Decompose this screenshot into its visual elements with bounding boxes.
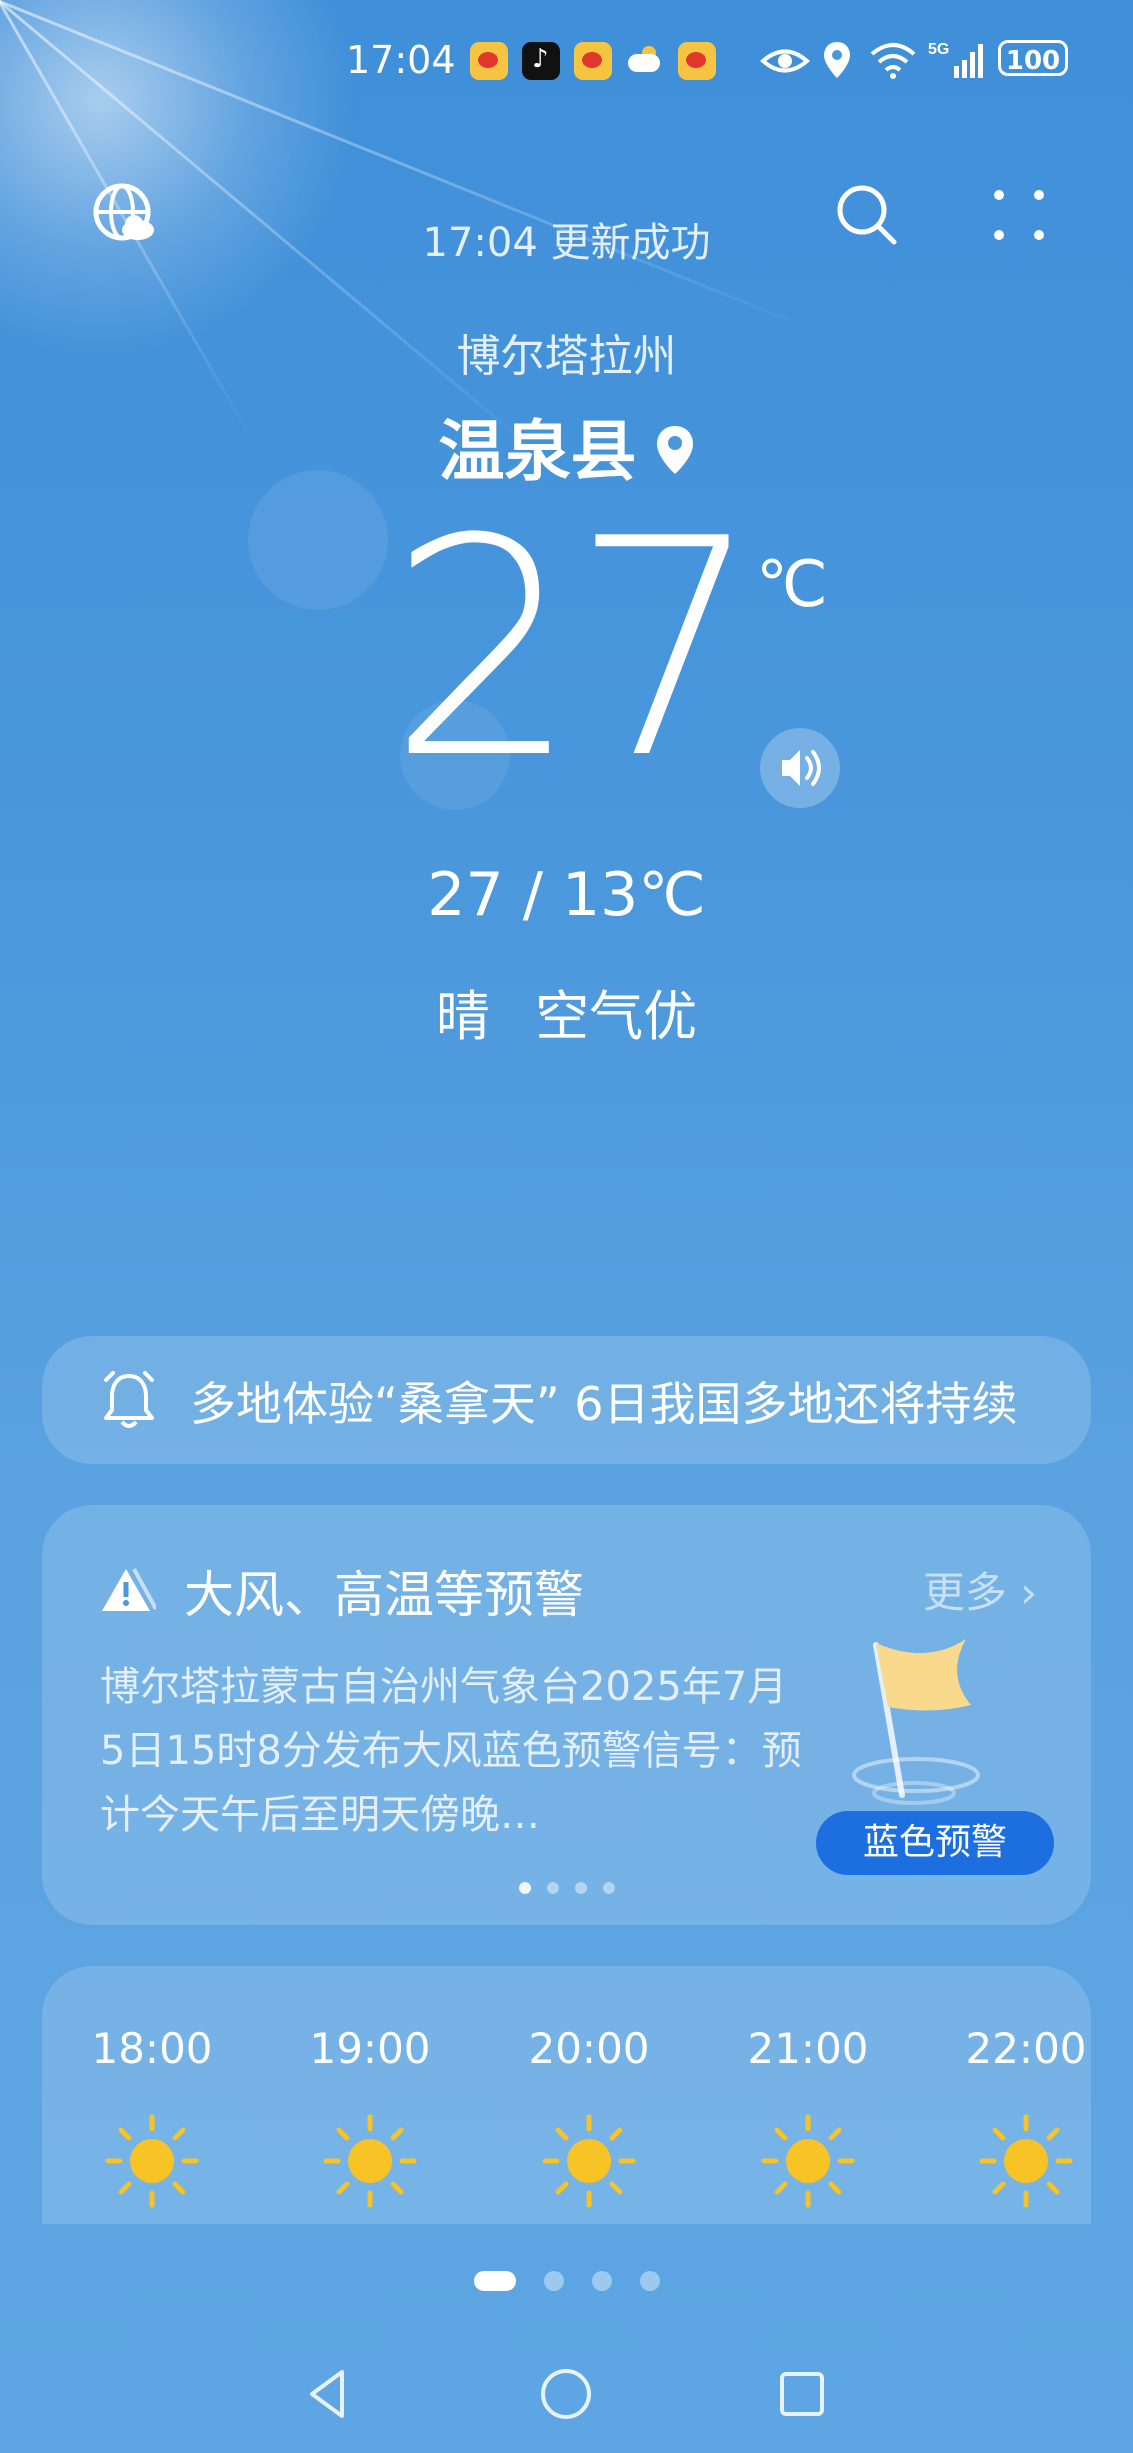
hour-time: 21:00 <box>747 2024 869 2073</box>
hourly-item: 19:00 <box>270 2024 470 2213</box>
news-banner[interactable]: 多地体验“桑拿天” 6日我国多地还将持续 <box>42 1336 1091 1464</box>
update-status: 17:04 更新成功 <box>422 220 711 266</box>
region-name: 博尔塔拉州 <box>456 331 677 382</box>
page-dot <box>473 2270 516 2291</box>
sun-icon <box>979 2114 1073 2208</box>
hourly-item: 21:00 <box>708 2024 908 2213</box>
sun-icon <box>542 2114 636 2208</box>
navigation-bar <box>0 2356 1133 2436</box>
temperature-range: 27 / 13℃ <box>427 860 706 930</box>
warning-triangle-icon <box>102 1568 156 1611</box>
battery-indicator: 100 <box>998 40 1068 76</box>
wind-flag-icon <box>852 1639 980 1805</box>
weibo-icon <box>470 42 508 80</box>
status-time: 17:04 <box>346 38 456 82</box>
page-dot <box>546 1882 559 1894</box>
page-dot <box>543 2270 564 2291</box>
news-headline: 多地体验“桑拿天” 6日我国多地还将持续 <box>190 1377 1018 1431</box>
page-dot <box>602 1882 615 1894</box>
page-dot <box>574 1882 587 1894</box>
more-menu-icon[interactable] <box>990 186 1050 246</box>
hourly-item: 18:00 <box>52 2024 252 2213</box>
sun-icon <box>761 2114 855 2208</box>
hourly-item: 20:00 <box>489 2024 689 2213</box>
recents-icon[interactable] <box>772 2364 832 2424</box>
sun-icon <box>323 2114 417 2208</box>
tiktok-icon <box>522 42 560 80</box>
warning-page-dots <box>42 1879 1091 1898</box>
hour-time: 22:00 <box>965 2024 1087 2073</box>
location-pin-icon <box>656 425 693 474</box>
wifi-icon <box>870 43 916 79</box>
condition-line: 晴 空气优 <box>0 972 1133 1051</box>
page-indicator[interactable] <box>0 2270 1133 2291</box>
weather-warning-card[interactable]: 大风、高温等预警 更多 › 博尔塔拉蒙古自治州气象台2025年7月5日15时8分… <box>42 1505 1091 1925</box>
warning-title: 大风、高温等预警 <box>184 1566 584 1624</box>
search-icon[interactable] <box>832 180 902 250</box>
weather-condition: 晴 <box>435 985 490 1048</box>
warning-more-link[interactable]: 更多 › <box>923 1559 1037 1620</box>
sun-icon <box>105 2114 199 2208</box>
page-dot <box>591 2270 612 2291</box>
home-icon[interactable] <box>536 2364 596 2424</box>
hour-time: 19:00 <box>309 2024 431 2073</box>
weather-screen: 17:04 5G 100 <box>0 0 1133 2453</box>
signal-5g-icon: 5G <box>928 41 983 78</box>
eye-icon <box>760 49 810 73</box>
hour-time: 20:00 <box>528 2024 650 2073</box>
current-temperature: 27 <box>388 475 762 824</box>
temperature-unit: ℃ <box>756 548 828 622</box>
page-dot <box>518 1882 531 1894</box>
page-dot <box>639 2270 660 2291</box>
weibo-icon <box>678 42 716 80</box>
hourly-forecast[interactable]: 18:00 19:00 20:00 21:00 22:00 <box>42 1966 1091 2224</box>
hour-time: 18:00 <box>91 2024 213 2073</box>
bell-icon <box>104 1371 154 1428</box>
status-bar: 17:04 5G 100 <box>0 34 1133 94</box>
air-quality[interactable]: 空气优 <box>535 985 697 1048</box>
hourly-item: 22:00 <box>926 2024 1091 2213</box>
blue-warning-badge[interactable]: 蓝色预警 <box>816 1811 1054 1875</box>
back-icon[interactable] <box>298 2364 358 2424</box>
location-icon <box>824 42 850 78</box>
svg-text:5G: 5G <box>928 41 949 58</box>
weather-icon <box>626 42 664 80</box>
warning-description: 博尔塔拉蒙古自治州气象台2025年7月5日15时8分发布大风蓝色预警信号：预计今… <box>100 1664 802 1838</box>
speaker-icon[interactable] <box>760 728 840 808</box>
weibo-icon <box>574 42 612 80</box>
